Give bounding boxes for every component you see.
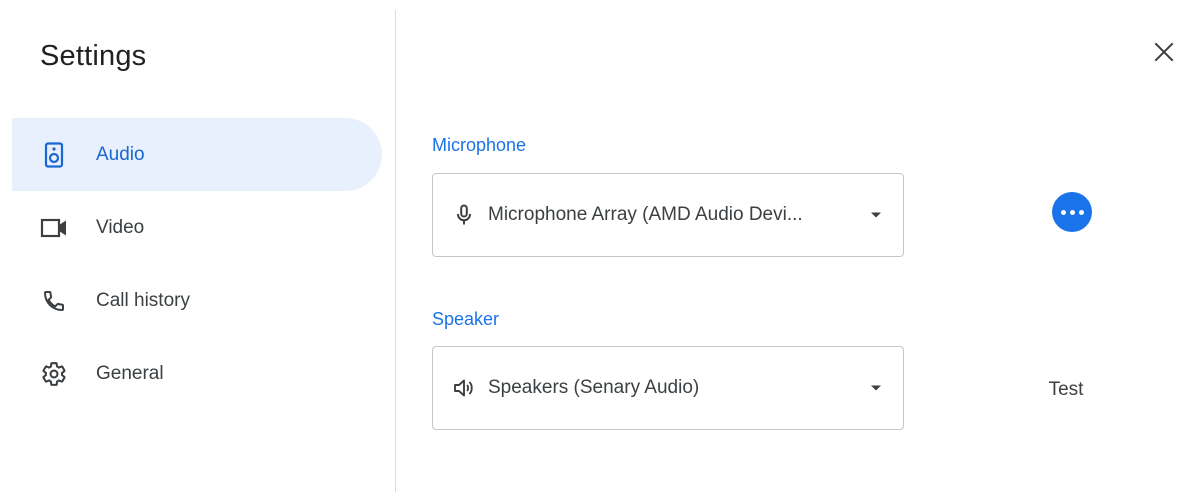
sidebar-divider (395, 10, 396, 492)
sidebar-item-video[interactable]: Video (12, 191, 382, 264)
sidebar-item-general[interactable]: General (12, 337, 382, 410)
more-horiz-icon (1059, 209, 1086, 215)
more-options-button[interactable] (1052, 192, 1092, 232)
microphone-select[interactable]: Microphone Array (AMD Audio Devi... (432, 173, 904, 257)
sidebar-item-call-history[interactable]: Call history (12, 264, 382, 337)
volume-icon (453, 377, 475, 399)
microphone-select-value: Microphone Array (AMD Audio Devi... (488, 204, 803, 225)
page-title: Settings (40, 40, 147, 72)
speaker-label: Speaker (432, 309, 500, 329)
chevron-down-icon (871, 385, 881, 391)
microphone-label: Microphone (432, 135, 527, 155)
video-camera-icon (40, 214, 68, 242)
sidebar-item-label: Video (96, 216, 145, 238)
sidebar-item-label: Audio (96, 143, 145, 165)
close-icon (1154, 42, 1174, 67)
settings-nav: Audio Video Call history General (12, 118, 382, 410)
speaker-select[interactable]: Speakers (Senary Audio) (432, 346, 904, 430)
speaker-select-value: Speakers (Senary Audio) (488, 377, 700, 398)
settings-sidebar: Settings Audio Video Call history Genera… (0, 0, 395, 492)
speaker-icon (40, 141, 68, 169)
chevron-down-icon (871, 212, 881, 218)
sidebar-item-label: General (96, 362, 164, 384)
test-speaker-button[interactable]: Test (1036, 372, 1096, 408)
sidebar-item-audio[interactable]: Audio (12, 118, 382, 191)
sidebar-item-label: Call history (96, 289, 190, 311)
gear-icon (40, 360, 68, 388)
close-button[interactable] (1150, 40, 1178, 68)
phone-icon (40, 287, 68, 315)
microphone-icon (453, 204, 475, 226)
